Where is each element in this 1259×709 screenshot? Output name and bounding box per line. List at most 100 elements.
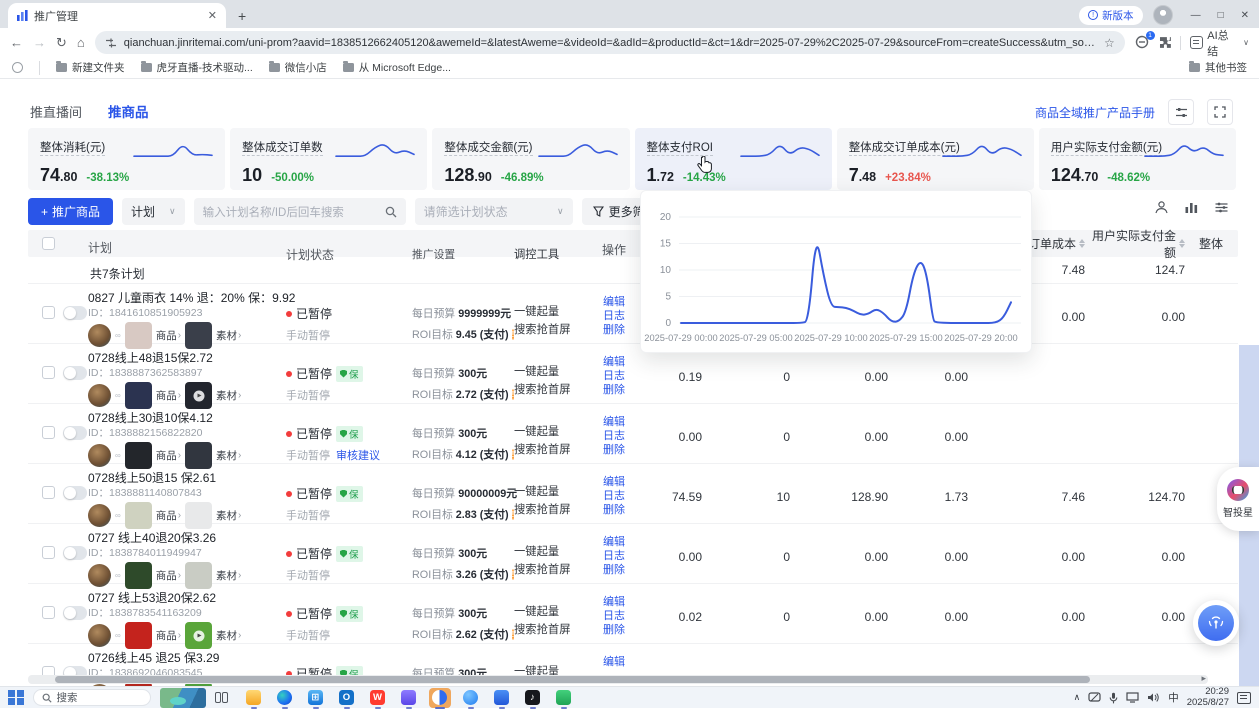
address-bar[interactable]: qianchuan.jinritemai.com/uni-prom?aavid=… — [95, 31, 1125, 54]
row-checkbox[interactable] — [42, 426, 55, 439]
product-thumbnail[interactable] — [125, 382, 152, 409]
campaign-name[interactable]: 0726线上45 退25 保3.29 — [88, 651, 278, 666]
bookmark-item[interactable]: 微信小店 — [269, 60, 327, 75]
promote-product-button[interactable]: +推广商品 — [28, 198, 113, 225]
operation-link[interactable]: 编辑 — [588, 296, 640, 309]
search-topview-link[interactable]: 搜索抢首屏 — [514, 503, 588, 517]
extensions-puzzle-icon[interactable] — [1159, 36, 1172, 49]
header-plan[interactable]: 计划 — [88, 232, 278, 256]
taskbar-app-douyin[interactable]: ♪ — [522, 688, 544, 708]
scope-select[interactable]: 计划∨ — [122, 198, 185, 225]
other-bookmarks-button[interactable]: 其他书签 — [1189, 60, 1247, 75]
taskbar-app-wps-office[interactable]: W — [367, 688, 389, 708]
row-checkbox[interactable] — [42, 546, 55, 559]
table-settings-icon[interactable] — [1214, 200, 1229, 215]
product-thumbnail[interactable] — [125, 442, 152, 469]
scrollbar-thumb[interactable] — [55, 676, 1090, 683]
metric-card[interactable]: 整体成交订单成本(元) 7.48 +23.84% — [837, 128, 1034, 190]
notification-center-icon[interactable] — [1237, 692, 1251, 704]
back-button[interactable]: ← — [10, 35, 23, 50]
campaign-name[interactable]: 0728线上50退15 保2.61 — [88, 471, 278, 486]
operation-link[interactable]: 删除 — [588, 324, 640, 337]
campaign-name[interactable]: 0727 线上53退20保2.62 — [88, 591, 278, 606]
product-thumbnail[interactable] — [125, 622, 152, 649]
operation-link[interactable]: 删除 — [588, 504, 640, 517]
ai-summary-button[interactable]: AI总结∨ — [1190, 27, 1249, 59]
minimize-button[interactable]: — — [1191, 10, 1201, 21]
material-thumbnail[interactable] — [185, 562, 212, 589]
metric-settings-button[interactable] — [1168, 99, 1194, 125]
search-topview-link[interactable]: 搜索抢首屏 — [514, 623, 588, 637]
one-key-boost-link[interactable]: 一键起量 — [514, 425, 588, 439]
row-checkbox[interactable] — [42, 366, 55, 379]
bookmark-item[interactable]: 从 Microsoft Edge... — [343, 60, 451, 75]
row-enable-toggle[interactable] — [63, 606, 87, 620]
taskbar-app-app-blue-tile[interactable] — [491, 688, 513, 708]
header-status[interactable]: 计划状态 — [278, 225, 398, 263]
material-thumbnail[interactable] — [185, 322, 212, 349]
ime-indicator[interactable]: 中 — [1168, 690, 1179, 705]
bookmark-item[interactable]: 虎牙直播-技术驱动... — [141, 60, 253, 75]
search-input[interactable]: 输入计划名称/ID后回车搜索 — [194, 198, 406, 225]
material-link[interactable]: 素材› — [216, 628, 241, 643]
help-float-button[interactable] — [1193, 600, 1239, 646]
product-manual-link[interactable]: 商品全域推广产品手册 — [1035, 104, 1155, 121]
bookmark-star-icon[interactable]: ☆ — [1104, 36, 1115, 50]
horizontal-scrollbar[interactable]: ▸ — [28, 675, 1208, 684]
row-enable-toggle[interactable] — [63, 306, 87, 320]
product-thumbnail[interactable] — [125, 502, 152, 529]
operation-link[interactable]: 日志 — [588, 550, 640, 563]
material-thumbnail[interactable] — [185, 622, 212, 649]
close-button[interactable]: ✕ — [1241, 10, 1249, 21]
weather-widget[interactable] — [160, 688, 206, 708]
campaign-name[interactable]: 0728线上48退15保2.72 — [88, 351, 278, 366]
taskbar-app-outlook[interactable]: O — [336, 688, 358, 708]
operation-link[interactable]: 编辑 — [588, 656, 640, 669]
material-link[interactable]: 素材› — [216, 508, 241, 523]
product-link[interactable]: 商品› — [156, 628, 181, 643]
display-cast-icon[interactable] — [1126, 692, 1139, 703]
tab-product[interactable]: 推商品 — [108, 101, 149, 121]
search-topview-link[interactable]: 搜索抢首屏 — [514, 563, 588, 577]
operation-link[interactable]: 删除 — [588, 624, 640, 637]
taskbar-app-file-explorer[interactable] — [243, 688, 265, 708]
reload-button[interactable]: ↻ — [56, 35, 67, 51]
product-link[interactable]: 商品› — [156, 508, 181, 523]
select-all-checkbox[interactable] — [42, 237, 55, 250]
material-thumbnail[interactable] — [185, 382, 212, 409]
metric-card[interactable]: 整体支付ROI 1.72 -14.43% — [635, 128, 832, 190]
row-checkbox[interactable] — [42, 606, 55, 619]
operation-link[interactable]: 日志 — [588, 610, 640, 623]
metric-card[interactable]: 整体成交金额(元) 128.90 -46.89% — [432, 128, 629, 190]
material-thumbnail[interactable] — [185, 502, 212, 529]
product-thumbnail[interactable] — [125, 562, 152, 589]
header-settings[interactable]: 推广设置 — [398, 225, 514, 262]
one-key-boost-link[interactable]: 一键起量 — [514, 605, 588, 619]
row-enable-toggle[interactable] — [63, 546, 87, 560]
operation-link[interactable]: 编辑 — [588, 476, 640, 489]
product-link[interactable]: 商品› — [156, 388, 181, 403]
campaign-name[interactable]: 0728线上30退10保4.12 — [88, 411, 278, 426]
site-settings-icon[interactable] — [105, 37, 117, 49]
touchpad-icon[interactable] — [1088, 692, 1101, 703]
taskbar-app-app-purple[interactable] — [398, 688, 420, 708]
campaign-name[interactable]: 0727 线上40退20保3.26 — [88, 531, 278, 546]
forward-button[interactable]: → — [33, 35, 46, 50]
taskbar-app-microsoft-store[interactable]: ⊞ — [305, 688, 327, 708]
taskbar-app-app-blue-circle[interactable] — [460, 688, 482, 708]
audience-icon[interactable] — [1154, 200, 1169, 215]
bookmark-item[interactable]: 新建文件夹 — [56, 60, 125, 75]
header-ops[interactable]: 操作 — [588, 229, 640, 258]
product-link[interactable]: 商品› — [156, 568, 181, 583]
operation-link[interactable]: 编辑 — [588, 356, 640, 369]
operation-link[interactable]: 日志 — [588, 490, 640, 503]
metric-card[interactable]: 用户实际支付金额(元) 124.70 -48.62% — [1039, 128, 1236, 190]
adblock-extension-icon[interactable]: 1 — [1135, 35, 1150, 50]
product-thumbnail[interactable] — [125, 322, 152, 349]
tab-live-room[interactable]: 推直播间 — [30, 102, 82, 121]
one-key-boost-link[interactable]: 一键起量 — [514, 365, 588, 379]
status-filter-select[interactable]: 请筛选计划状态∨ — [415, 198, 573, 225]
search-icon[interactable] — [385, 206, 397, 218]
material-thumbnail[interactable] — [185, 442, 212, 469]
scroll-right-arrow[interactable]: ▸ — [1201, 673, 1206, 684]
